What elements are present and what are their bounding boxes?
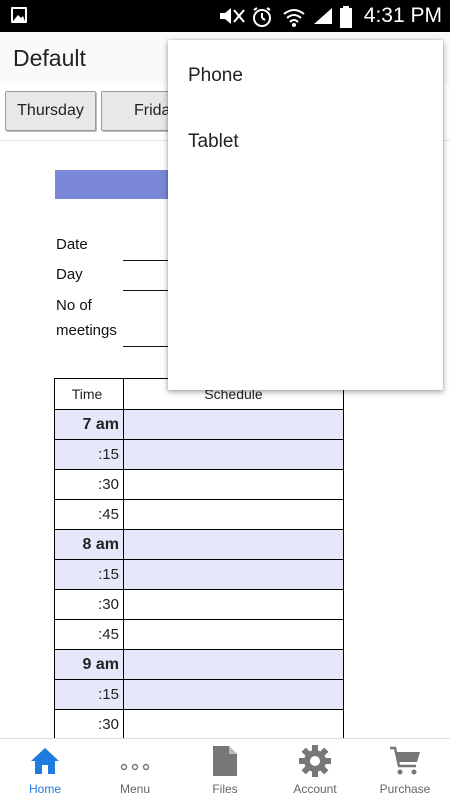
more-dots-icon xyxy=(120,763,150,771)
time-cell: 7 am xyxy=(54,409,124,440)
page-title: Default xyxy=(13,45,86,71)
bottom-navigation: Home Menu Files Account Purchase xyxy=(0,738,450,801)
nav-menu-label: Menu xyxy=(119,782,151,796)
schedule-cell[interactable] xyxy=(123,589,344,620)
schedule-cell[interactable] xyxy=(123,679,344,710)
status-bar: 4:31 PM xyxy=(0,0,450,32)
wifi-icon xyxy=(283,9,305,27)
nav-files[interactable]: Files xyxy=(180,739,270,801)
meetings-label-line1: No of xyxy=(56,297,92,314)
schedule-row: :30 xyxy=(54,589,344,620)
schedule-row: :15 xyxy=(54,439,344,470)
time-cell: :30 xyxy=(54,589,124,620)
schedule-row: 8 am xyxy=(54,529,344,560)
schedule-cell[interactable] xyxy=(123,709,344,738)
time-cell: :30 xyxy=(54,469,124,500)
file-icon xyxy=(213,746,237,776)
gallery-notification-icon xyxy=(11,7,27,23)
menu-item-phone[interactable]: Phone xyxy=(188,65,243,87)
nav-home[interactable]: Home xyxy=(0,739,90,801)
time-cell: :15 xyxy=(54,559,124,590)
mute-icon xyxy=(220,8,245,24)
schedule-row: :30 xyxy=(54,469,344,500)
time-cell: :45 xyxy=(54,619,124,650)
nav-purchase-label: Purchase xyxy=(379,782,431,796)
nav-account-label: Account xyxy=(293,782,337,796)
schedule-row: :30 xyxy=(54,709,344,738)
schedule-cell[interactable] xyxy=(123,409,344,440)
schedule-cell[interactable] xyxy=(123,529,344,560)
nav-account[interactable]: Account xyxy=(270,739,360,801)
home-icon xyxy=(31,748,59,774)
schedule-row: 9 am xyxy=(54,649,344,680)
tab-thursday[interactable]: Thursday xyxy=(5,91,96,131)
schedule-row: :45 xyxy=(54,619,344,650)
schedule-row: :15 xyxy=(54,559,344,590)
signal-icon xyxy=(314,8,332,24)
schedule-row: 7 am xyxy=(54,409,344,440)
device-dropdown-menu: Phone Tablet xyxy=(168,40,443,390)
time-cell: :15 xyxy=(54,439,124,470)
schedule-row: :15 xyxy=(54,679,344,710)
alarm-icon xyxy=(253,7,271,27)
schedule-table: Time Schedule 7 am:15:30:45 8 am:15:30:45… xyxy=(54,378,344,738)
schedule-cell[interactable] xyxy=(123,619,344,650)
date-label: Date xyxy=(56,236,88,253)
time-cell: 8 am xyxy=(54,529,124,560)
cart-icon xyxy=(390,746,420,775)
schedule-row: :45 xyxy=(54,499,344,530)
nav-home-label: Home xyxy=(28,782,61,796)
gear-icon xyxy=(299,745,331,777)
battery-icon xyxy=(340,6,352,28)
schedule-cell[interactable] xyxy=(123,649,344,680)
schedule-cell[interactable] xyxy=(123,469,344,500)
menu-item-tablet[interactable]: Tablet xyxy=(188,131,239,153)
schedule-cell[interactable] xyxy=(123,439,344,470)
time-column-header: Time xyxy=(54,378,124,410)
nav-menu[interactable]: Menu xyxy=(90,739,180,801)
schedule-cell[interactable] xyxy=(123,499,344,530)
meetings-label-line2: meetings xyxy=(56,322,117,339)
time-cell: 9 am xyxy=(54,649,124,680)
nav-purchase[interactable]: Purchase xyxy=(360,739,450,801)
status-time: 4:31 PM xyxy=(363,4,442,27)
schedule-cell[interactable] xyxy=(123,559,344,590)
nav-files-label: Files xyxy=(212,782,238,796)
time-cell: :45 xyxy=(54,499,124,530)
time-cell: :15 xyxy=(54,679,124,710)
time-cell: :30 xyxy=(54,709,124,738)
day-label: Day xyxy=(56,266,83,283)
